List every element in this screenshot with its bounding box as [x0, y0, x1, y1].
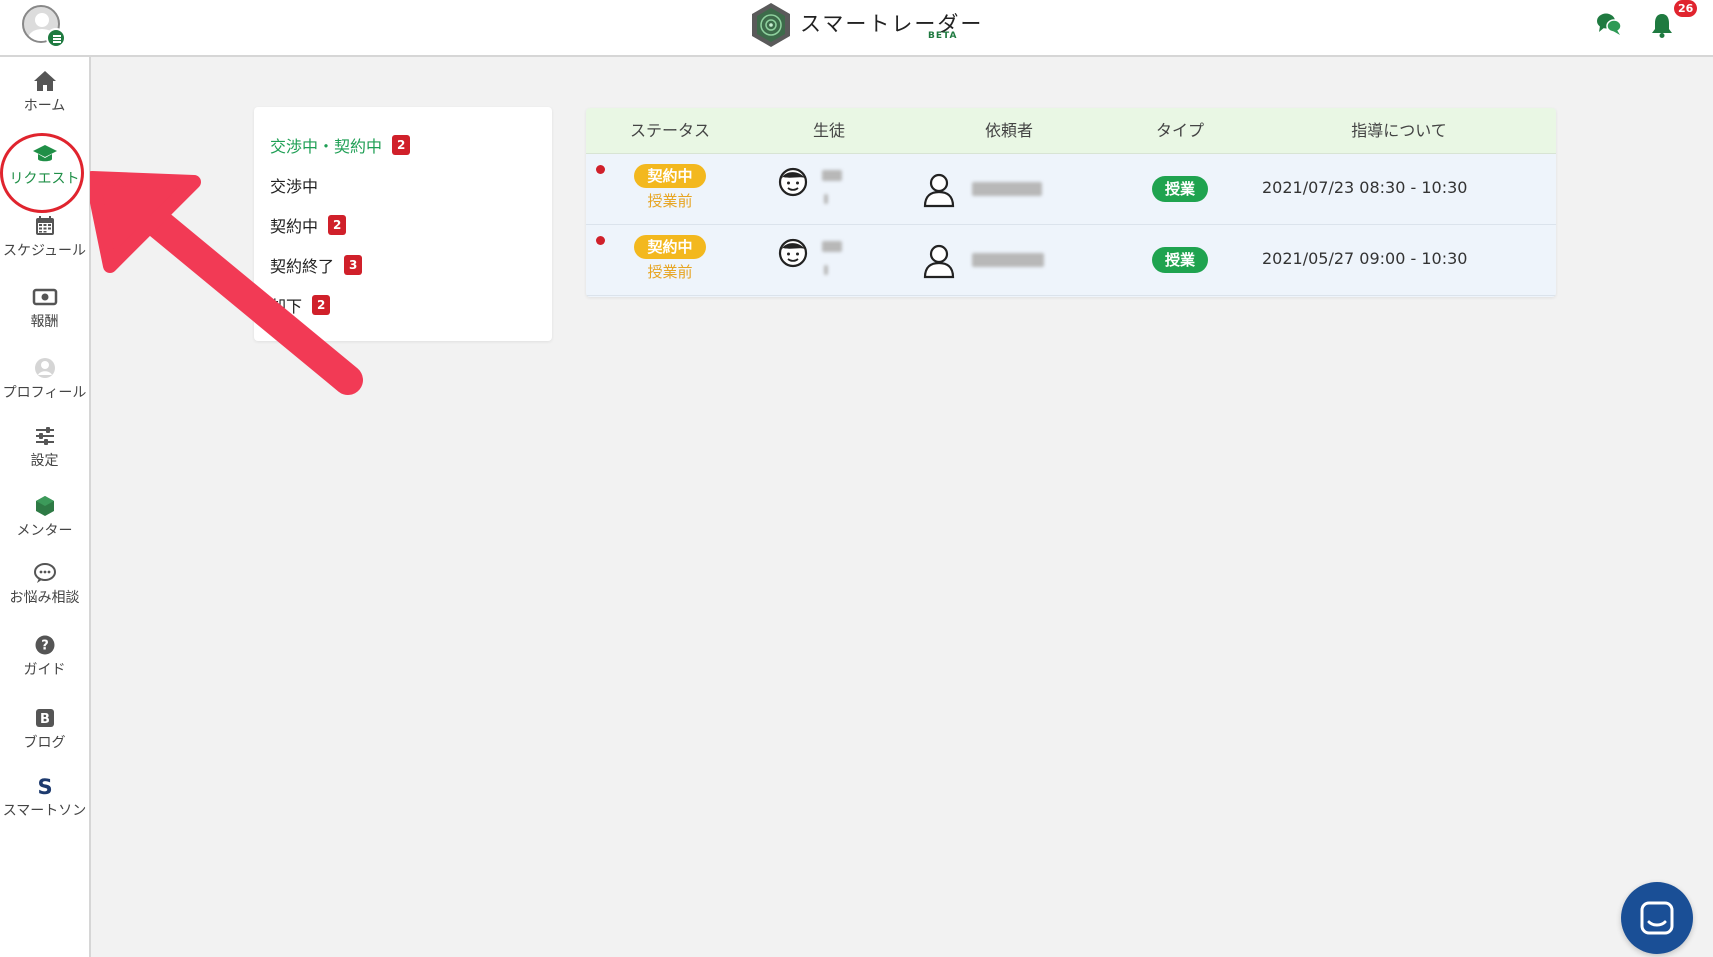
sidebar-item-label: メンター — [16, 523, 73, 539]
sidebar-item-mentor[interactable]: メンター — [0, 495, 89, 540]
home-icon — [33, 71, 56, 91]
type-badge: 授業 — [1152, 247, 1208, 273]
brand-logo[interactable]: スマートレーダー BETA — [748, 0, 983, 50]
request-table: ステータス 生徒 依頼者 タイプ 指導について 契約中 授業前 授業 2021/… — [586, 108, 1556, 297]
column-header-requester: 依頼者 — [984, 121, 1034, 140]
unread-dot — [596, 236, 605, 245]
table-header: ステータス 生徒 依頼者 タイプ 指導について — [586, 108, 1556, 154]
sidebar-item-guide[interactable]: ? ガイド — [0, 634, 89, 679]
sidebar-item-smartthon[interactable]: S スマートソン — [0, 775, 89, 820]
sidebar-item-settings[interactable]: 設定 — [0, 425, 89, 470]
requester-name-redacted — [972, 253, 1044, 267]
sidebar-item-home[interactable]: ホーム — [0, 70, 89, 115]
requester-icon — [923, 244, 955, 279]
sidebar-item-label: ガイド — [23, 662, 66, 678]
filter-negotiating-contracted[interactable]: 交渉中・契約中 2 — [270, 133, 411, 157]
annotation-arrow — [90, 171, 363, 395]
sidebar-item-label: ブログ — [23, 735, 66, 751]
sidebar-item-blog[interactable]: B ブログ — [0, 707, 89, 752]
svg-text:S: S — [37, 775, 52, 797]
brand-beta-tag: BETA — [928, 31, 958, 41]
table-row[interactable]: 契約中 授業前 授業 2021/05/27 09:00 - 10:30 — [586, 225, 1556, 296]
student-face-icon — [778, 238, 808, 268]
sub-status-text: 授業前 — [647, 263, 693, 281]
student-face-icon — [778, 167, 808, 197]
help-icon: ? — [35, 635, 54, 655]
type-badge: 授業 — [1152, 176, 1208, 202]
column-header-status: ステータス — [629, 121, 711, 140]
blog-icon: B — [35, 709, 54, 727]
sidebar-item-label: 報酬 — [30, 314, 59, 330]
sidebar-item-label: ホーム — [23, 98, 66, 114]
column-header-lesson: 指導について — [1351, 121, 1447, 140]
sidebar-item-label: お悩み相談 — [9, 590, 80, 606]
requester-icon — [923, 173, 955, 208]
menu-icon[interactable] — [46, 28, 66, 48]
sidebar-item-reward[interactable]: 報酬 — [0, 286, 89, 331]
graduation-cap-icon — [32, 145, 57, 162]
lesson-datetime: 2021/05/27 09:00 - 10:30 — [1262, 249, 1468, 268]
sidebar-item-label: 設定 — [30, 453, 59, 469]
table-row[interactable]: 契約中 授業前 授業 2021/07/23 08:30 - 10:30 — [586, 154, 1556, 225]
count-badge: 2 — [392, 135, 411, 155]
money-icon — [32, 288, 57, 306]
student-name-redacted — [822, 170, 842, 181]
sliders-icon — [35, 427, 54, 445]
sidebar-item-consult[interactable]: お悩み相談 — [0, 562, 89, 607]
status-badge: 契約中 — [634, 164, 706, 188]
svg-text:B: B — [40, 712, 50, 727]
hexagon-icon — [35, 496, 54, 516]
requester-name-redacted — [972, 182, 1042, 196]
notification-badge: 26 — [1674, 0, 1698, 17]
radar-logo-icon — [752, 3, 790, 47]
top-bar: スマートレーダー BETA 26 — [0, 0, 1713, 57]
sidebar-item-label: リクエスト — [9, 171, 80, 187]
student-grade-redacted — [824, 194, 828, 204]
sidebar-item-label: スケジュール — [2, 243, 87, 259]
unread-dot — [596, 165, 605, 174]
speech-bubble-icon — [33, 563, 56, 583]
sidebar-item-profile[interactable]: プロフィール — [0, 357, 89, 402]
smartthon-s-icon: S — [37, 775, 52, 797]
sidebar-item-label: プロフィール — [2, 385, 87, 401]
lesson-datetime: 2021/07/23 08:30 - 10:30 — [1262, 178, 1468, 197]
student-name-redacted — [822, 241, 842, 252]
support-chat-button[interactable] — [1621, 882, 1693, 954]
svg-text:?: ? — [41, 639, 49, 654]
column-header-student: 生徒 — [812, 121, 846, 140]
profile-icon — [34, 358, 55, 378]
bell-icon[interactable] — [1650, 12, 1674, 38]
sub-status-text: 授業前 — [647, 192, 693, 210]
sidebar-item-request[interactable]: リクエスト — [0, 143, 89, 188]
student-grade-redacted — [824, 265, 828, 275]
sidebar: ホーム リクエスト スケジュール 報酬 プロフィール 設定 メンター お悩み相談… — [0, 57, 91, 957]
sidebar-item-schedule[interactable]: スケジュール — [0, 215, 89, 260]
chat-launcher-icon — [1640, 901, 1674, 935]
calendar-icon — [35, 216, 54, 235]
column-header-type: タイプ — [1155, 121, 1205, 140]
filter-label: 交渉中・契約中 — [270, 137, 383, 156]
status-badge: 契約中 — [634, 235, 706, 259]
chat-bubbles-icon[interactable] — [1596, 12, 1622, 36]
sidebar-item-label: スマートソン — [2, 803, 87, 819]
